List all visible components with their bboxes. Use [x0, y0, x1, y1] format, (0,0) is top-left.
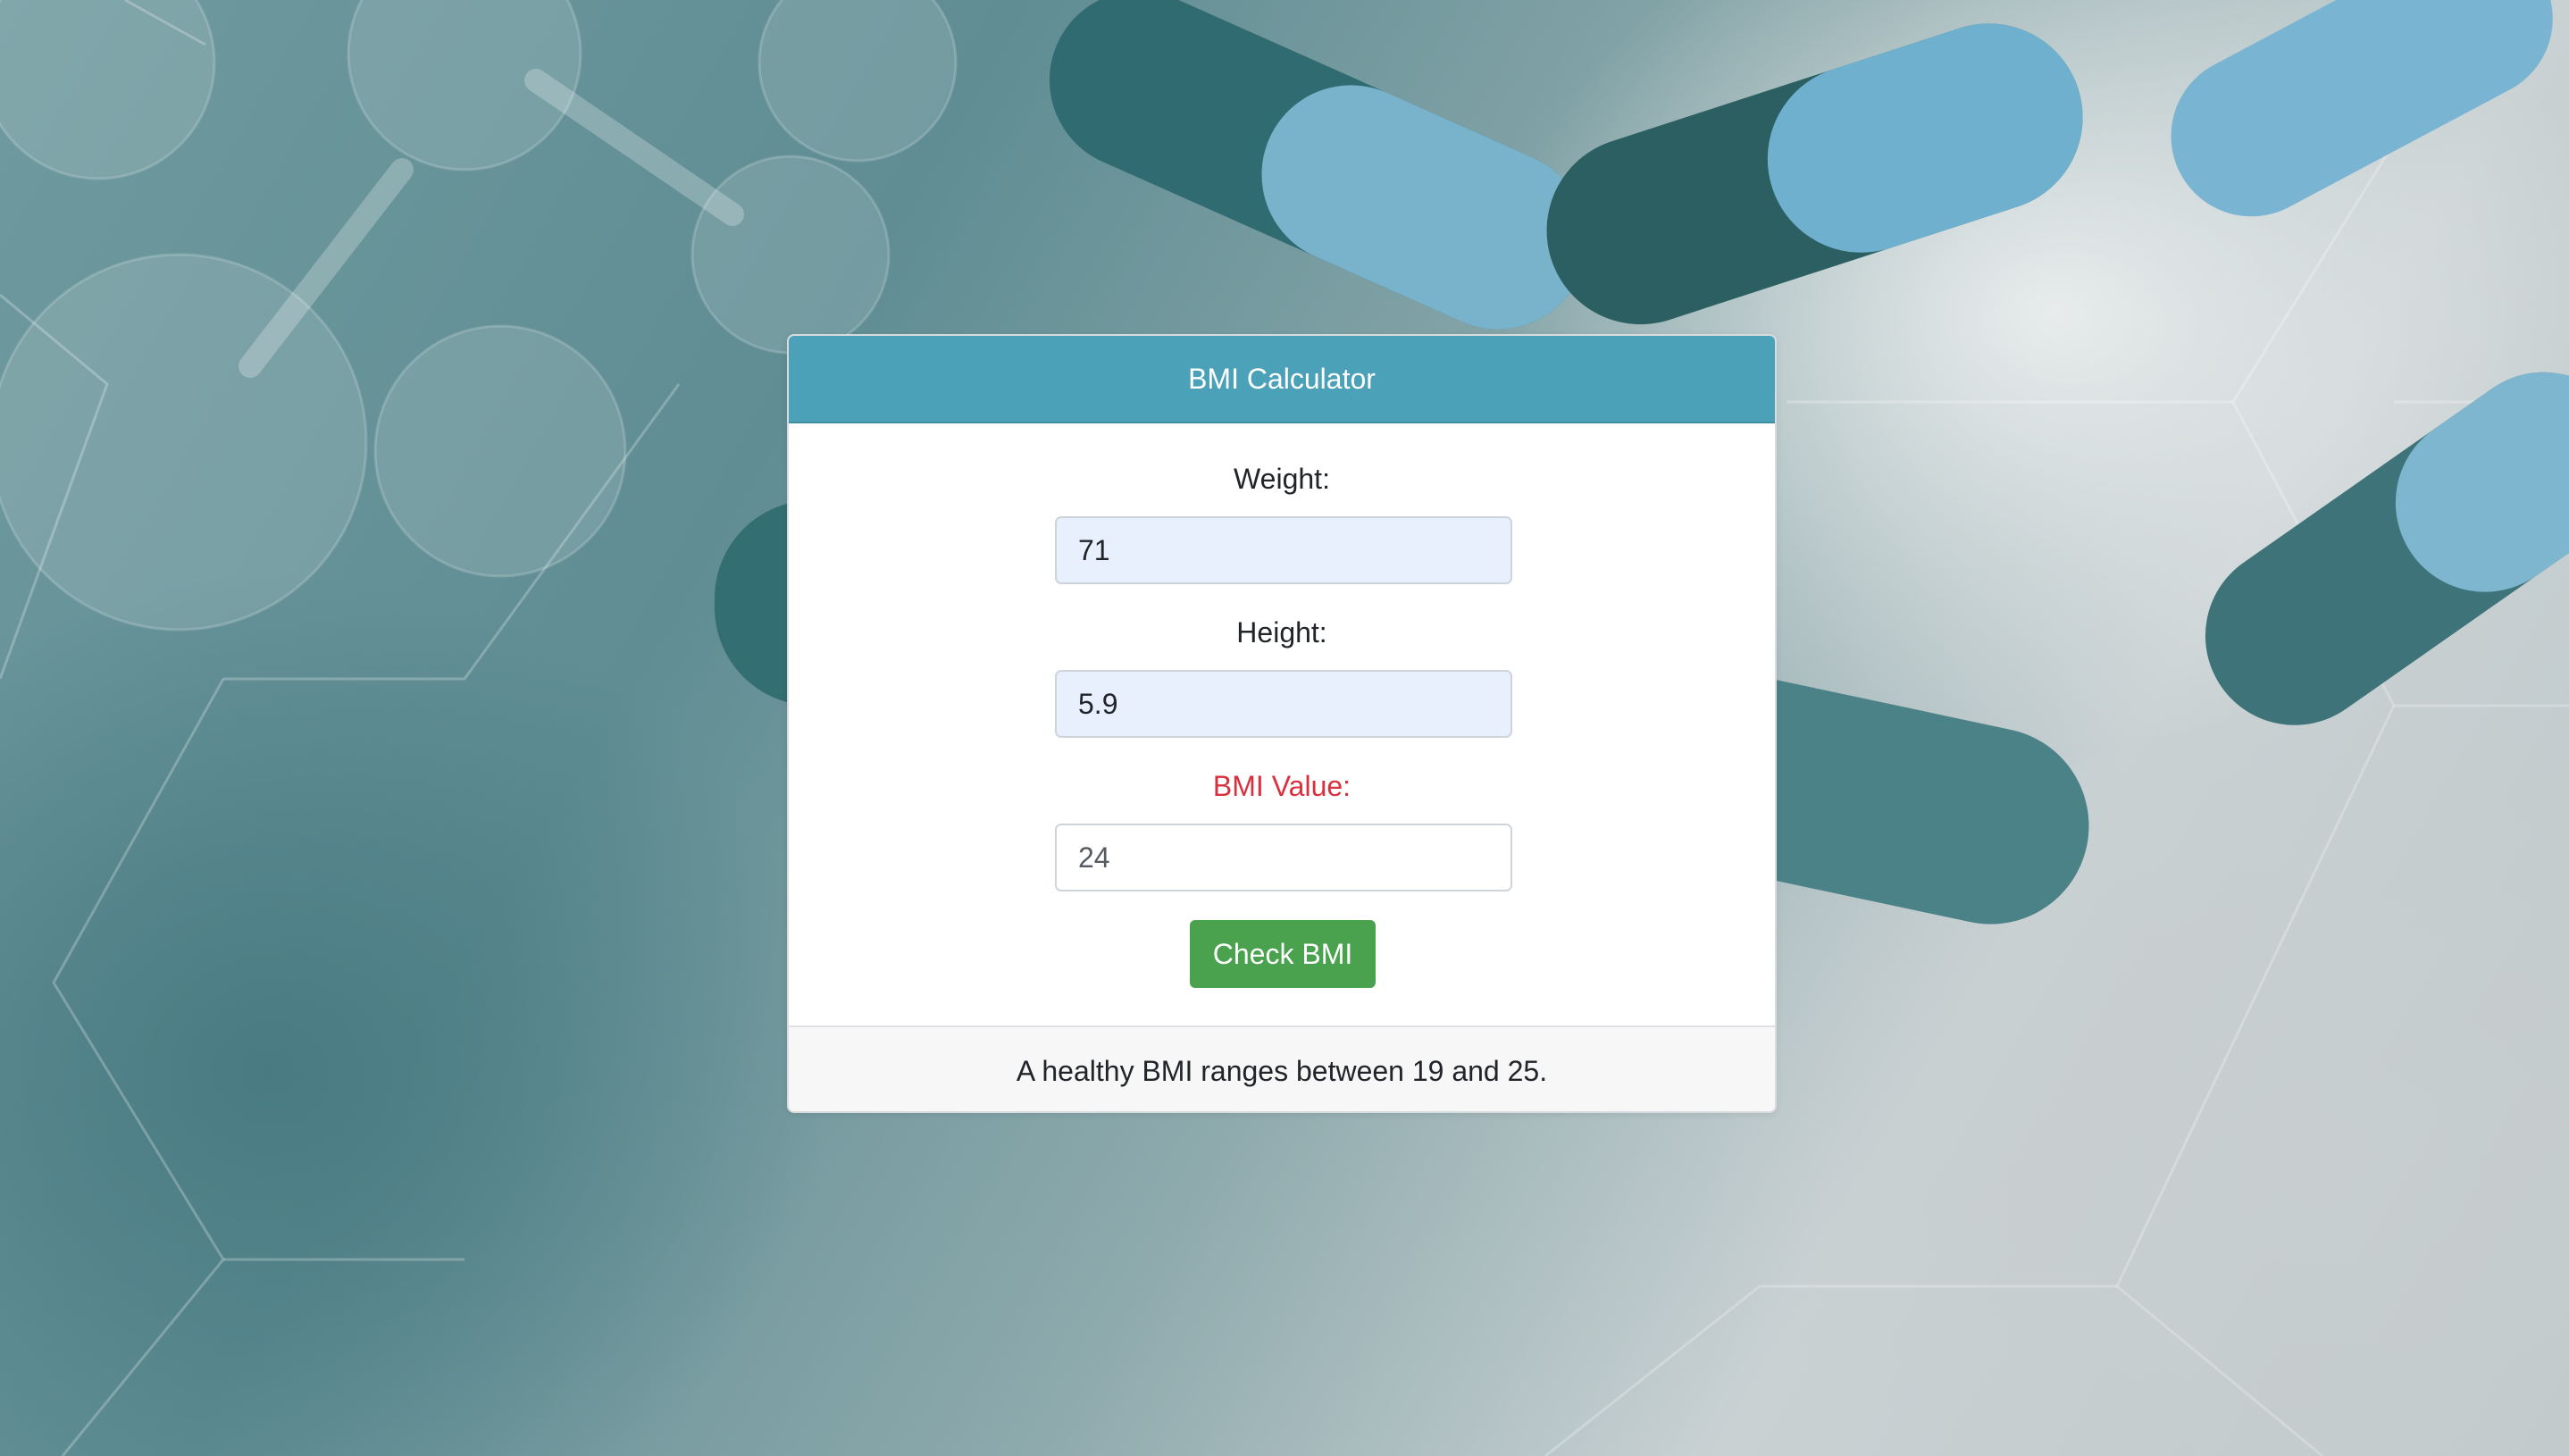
card-title: BMI Calculator: [1188, 362, 1376, 395]
card-footer: A healthy BMI ranges between 19 and 25.: [789, 1025, 1775, 1111]
card-header: BMI Calculator: [789, 336, 1775, 423]
healthy-range-note: A healthy BMI ranges between 19 and 25.: [1016, 1054, 1548, 1087]
check-bmi-button[interactable]: Check BMI: [1190, 920, 1376, 988]
height-label: Height:: [1236, 616, 1327, 649]
bmi-value-input[interactable]: [1055, 824, 1512, 891]
card-body: Weight: Height: BMI Value: Check BMI: [789, 423, 1775, 1025]
height-input[interactable]: [1055, 670, 1512, 738]
bmi-value-label: BMI Value:: [1212, 770, 1351, 802]
weight-label: Weight:: [1234, 463, 1330, 495]
bmi-calculator-card: BMI Calculator Weight: Height: BMI Value…: [787, 334, 1777, 1113]
weight-input[interactable]: [1055, 516, 1512, 584]
